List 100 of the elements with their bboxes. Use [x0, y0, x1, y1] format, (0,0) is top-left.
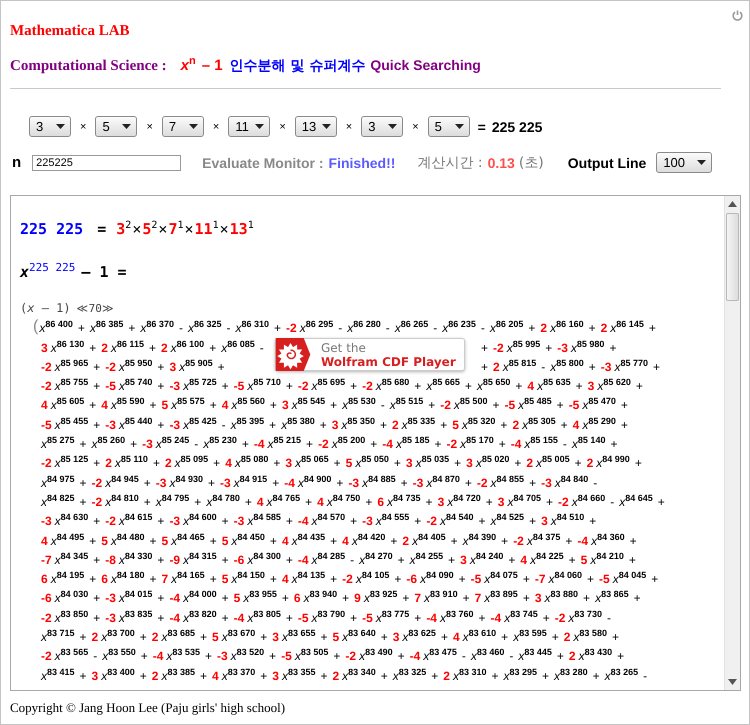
down-arrow-icon[interactable]: [728, 679, 737, 685]
polynomial-term: + -2 x$^{85 950}$: [92, 358, 152, 374]
polynomial-term: + -5 x$^{85 710}$: [220, 377, 281, 394]
operator-sign: +: [620, 418, 628, 432]
polynomial-term: + -5 x$^{83 790}$: [284, 608, 346, 625]
operator-sign: +: [609, 340, 616, 355]
prime-power: 7$^{1}$: [168, 220, 184, 238]
caret-icon: [255, 124, 264, 129]
polynomial-term: + 5 x$^{83 955}$: [220, 589, 277, 606]
polynomial-term: - x$^{86 325}$: [178, 319, 222, 336]
polynomial-term: + x$^{84 255}$: [396, 550, 444, 567]
operator-sign: +: [648, 321, 656, 336]
times-sign: ×: [279, 120, 286, 132]
polynomial-term: + 4 x$^{84 750}$: [304, 492, 360, 509]
polynomial-term: + 5 x$^{83 670}$: [199, 628, 256, 644]
times-sign: ×: [184, 220, 194, 238]
polynomial-term: + -2 x$^{84 615}$: [92, 512, 152, 528]
polynomial-term: -6 x$^{84 030}$: [41, 589, 88, 606]
polynomial-term: + 4 x$^{85 560}$: [208, 396, 265, 412]
up-arrow-icon[interactable]: [728, 201, 737, 207]
times-sign: ×: [132, 220, 142, 238]
polynomial-term: + -5 x$^{85 470}$: [556, 396, 616, 412]
polynomial-term: + -3 x$^{84 930}$: [142, 474, 203, 490]
polynomial-term: + 2 x$^{85 110}$: [92, 454, 148, 470]
polynomial-term: + 5 x$^{84 210}$: [568, 550, 624, 567]
polynomial-term: - x$^{86 205}$: [480, 319, 524, 336]
polynomial-term: + x$^{83 595}$: [500, 628, 547, 644]
factor-dropdown[interactable]: 11: [228, 116, 270, 137]
polynomial-term: + -3 x$^{84 015}$: [92, 589, 152, 606]
factor-dropdown[interactable]: 3: [361, 116, 404, 137]
polynomial-term: + 5 x$^{85 050}$: [332, 454, 389, 470]
operator-sign: +: [636, 379, 643, 394]
polynomial-term: + -3 x$^{84 840}$: [528, 474, 588, 490]
polynomial-term: + 3 x$^{83 400}$: [78, 666, 135, 683]
polynomial-term: + 2 x$^{86 160}$: [527, 319, 584, 336]
polynomial-term: + -3 x$^{84 885}$: [335, 474, 396, 490]
polynomial-term: + 2 x$^{83 700}$: [78, 628, 135, 644]
polynomial-term: + x$^{85 260}$: [78, 435, 126, 452]
polynomial-term: - x$^{86 235}$: [432, 319, 476, 336]
polynomial-term: + x$^{83 865}$: [582, 589, 629, 606]
polynomial-term: + -3 x$^{85 245}$: [129, 435, 190, 452]
formula-text: x$^{n}$: [180, 55, 196, 74]
polynomial-term: + 2 x$^{85 305}$: [499, 416, 556, 432]
prime-power: 5$^{2}$: [142, 220, 158, 238]
power-expression: x$^{225 225}$: [20, 261, 76, 281]
times-sign: ×: [346, 120, 352, 132]
polynomial-term: x$^{84 825}$: [41, 492, 75, 509]
polynomial-term: + -3 x$^{85 725}$: [156, 377, 217, 394]
polynomial-term: + -7 x$^{84 060}$: [522, 570, 582, 586]
polynomial-term: -2 x$^{83 565}$: [41, 647, 88, 664]
output-line-dropdown[interactable]: 100: [656, 152, 712, 173]
factor-dropdown[interactable]: 5: [95, 116, 138, 137]
polynomial-term: + -4 x$^{83 745}$: [478, 608, 538, 625]
polynomial-term: 4 x$^{84 495}$: [41, 532, 84, 548]
polynomial-term: + x$^{85 650}$: [464, 377, 510, 394]
polynomial-term: + 5 x$^{84 450}$: [208, 532, 265, 548]
monitor-label: Evaluate Monitor :: [202, 154, 324, 170]
operator-sign: +: [589, 514, 596, 528]
polynomial-term: + -2 x$^{85 200}$: [305, 435, 366, 452]
polynomial-term: - x$^{83 460}$: [460, 647, 504, 664]
factor-dropdown[interactable]: 7: [162, 116, 204, 137]
polynomial-term: + 2 x$^{85 335}$: [378, 416, 436, 432]
polynomial-term: + -4 x$^{83 820}$: [156, 608, 217, 625]
scrollbar[interactable]: [724, 196, 740, 690]
polynomial-term: - x$^{85 515}$: [380, 396, 424, 412]
output-line-label: Output Line: [568, 154, 646, 170]
polynomial-term: + 2 x$^{83 385}$: [138, 666, 195, 683]
polynomial-term: + x$^{84 525}$: [478, 512, 524, 528]
time-unit: (초): [518, 154, 544, 172]
polynomial-term: + 4 x$^{84 135}$: [268, 570, 326, 586]
caret-icon: [56, 124, 65, 129]
factor-dropdown[interactable]: 13: [294, 116, 337, 137]
power-icon[interactable]: [732, 10, 743, 21]
factor-dropdown[interactable]: 5: [428, 116, 470, 137]
polynomial-term: + 2 x$^{83 430}$: [556, 647, 612, 664]
equals-sign: =: [97, 220, 106, 238]
polynomial-term: + -2 x$^{86 295}$: [273, 319, 334, 336]
omitted-count: ≪70≫: [76, 302, 114, 315]
formula-text: – 1: [202, 57, 223, 74]
page-title: Mathematica LAB: [10, 23, 130, 40]
scrollbar-thumb[interactable]: [726, 213, 739, 301]
polynomial-term: x$^{83 715}$: [41, 628, 75, 644]
polynomial-term: + -3 x$^{85 770}$: [588, 358, 648, 374]
operator-sign: +: [658, 494, 665, 509]
n-input-field[interactable]: 225225: [32, 154, 182, 170]
polynomial-term: + -9 x$^{84 315}$: [156, 550, 217, 567]
polynomial-term: + 4 x$^{85 080}$: [212, 454, 268, 470]
player-badge[interactable]: Get the Wolfram CDF Player: [275, 338, 465, 371]
polynomial-term: + x$^{83 280}$: [541, 666, 588, 683]
polynomial-term: -2 x$^{85 755}$: [41, 377, 88, 394]
polynomial-term: + 3 x$^{85 620}$: [574, 377, 631, 394]
prime-power: 11$^{1}$: [194, 220, 219, 238]
polynomial-term: - x$^{85 140}$: [562, 435, 606, 452]
polynomial-term: -2 x$^{85 965}$: [41, 358, 88, 374]
polynomial-term: -5 x$^{85 455}$: [41, 416, 88, 432]
caret-icon: [388, 124, 398, 129]
factor-dropdown[interactable]: 3: [29, 116, 71, 137]
polynomial-term: + 4 x$^{84 765}$: [244, 492, 300, 509]
copyright-text: Copyright © Jang Hoon Lee (Paju girls' high school): [10, 700, 286, 716]
operator-sign: +: [218, 360, 225, 374]
